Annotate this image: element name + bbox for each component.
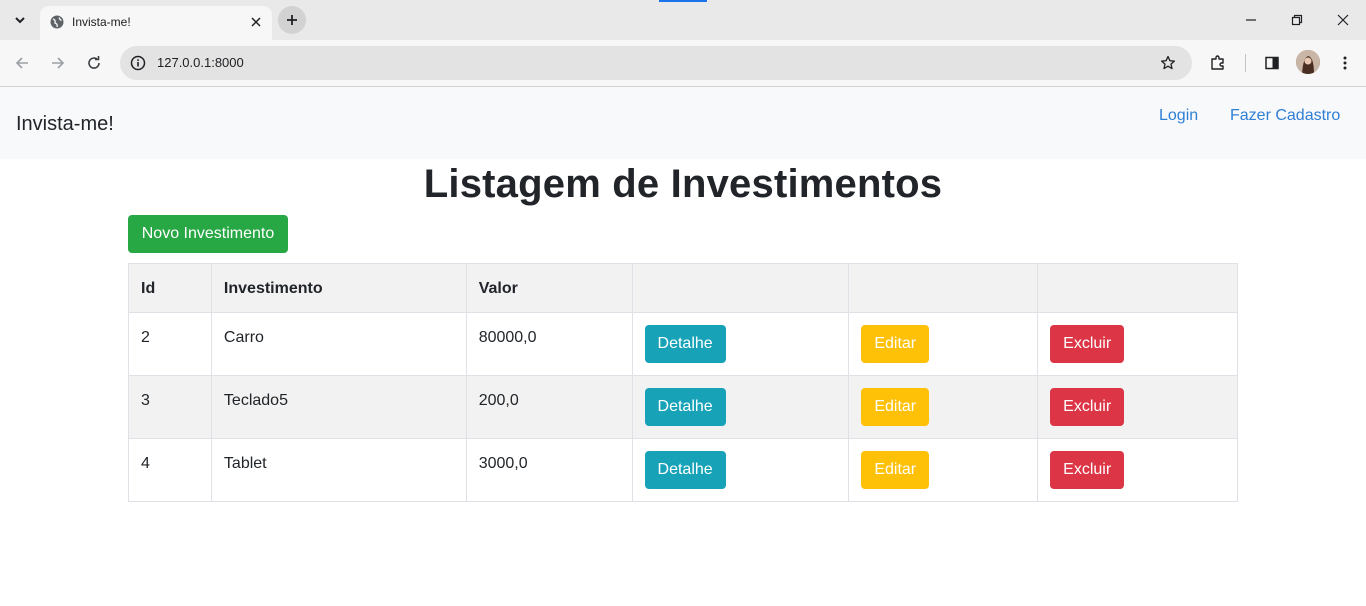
close-window-icon[interactable] (1329, 8, 1357, 32)
avatar[interactable] (1296, 50, 1320, 74)
cell-id: 2 (128, 312, 212, 376)
tab-search-icon[interactable] (7, 8, 33, 32)
url-text[interactable]: 127.0.0.1:8000 (157, 55, 244, 70)
column-header-edit (848, 263, 1039, 313)
detail-button[interactable]: Detalhe (644, 388, 726, 426)
table-row: 4 Tablet 3000,0 Detalhe Editar Excluir (128, 438, 1238, 502)
browser-toolbar: 127.0.0.1:8000 (0, 40, 1366, 86)
signup-link[interactable]: Fazer Cadastro (1230, 107, 1340, 125)
minimize-icon[interactable] (1237, 8, 1265, 32)
address-bar[interactable]: 127.0.0.1:8000 (120, 46, 1192, 80)
column-header-investimento: Investimento (210, 263, 467, 313)
table-header-row: Id Investimento Valor (128, 263, 1238, 313)
column-header-delete (1037, 263, 1238, 313)
cell-delete: Excluir (1037, 312, 1238, 376)
new-investment-button[interactable]: Novo Investimento (128, 215, 288, 253)
delete-button[interactable]: Excluir (1050, 451, 1125, 489)
edit-button[interactable]: Editar (861, 388, 930, 426)
detail-button[interactable]: Detalhe (644, 451, 726, 489)
investments-table: Id Investimento Valor 2 Carro 80000,0 De… (128, 263, 1238, 502)
cell-edit: Editar (848, 375, 1039, 439)
cell-investimento: Tablet (210, 438, 467, 502)
side-panel-icon[interactable] (1260, 51, 1284, 75)
globe-icon (49, 14, 65, 30)
loading-indicator (659, 0, 707, 2)
tab-title: Invista-me! (72, 15, 131, 29)
table-row: 2 Carro 80000,0 Detalhe Editar Excluir (128, 312, 1238, 376)
column-header-detail (631, 263, 850, 313)
cell-investimento: Carro (210, 312, 467, 376)
edit-button[interactable]: Editar (861, 451, 930, 489)
restore-icon[interactable] (1283, 8, 1311, 32)
cell-valor: 3000,0 (465, 438, 633, 502)
cell-delete: Excluir (1037, 438, 1238, 502)
browser-chrome: Invista-me! 127.0.0.1:8000 (0, 0, 1366, 87)
reload-icon[interactable] (82, 51, 106, 75)
column-header-valor: Valor (465, 263, 633, 313)
cell-detail: Detalhe (631, 375, 850, 439)
edit-button[interactable]: Editar (861, 325, 930, 363)
cell-investimento: Teclado5 (210, 375, 467, 439)
navbar-brand[interactable]: Invista-me! (16, 113, 114, 136)
browser-tab[interactable]: Invista-me! (40, 6, 272, 40)
forward-arrow-icon[interactable] (46, 51, 70, 75)
info-icon[interactable] (128, 53, 148, 73)
cell-delete: Excluir (1037, 375, 1238, 439)
column-header-id: Id (128, 263, 212, 313)
back-arrow-icon[interactable] (10, 51, 34, 75)
cell-id: 4 (128, 438, 212, 502)
cell-valor: 80000,0 (465, 312, 633, 376)
detail-button[interactable]: Detalhe (644, 325, 726, 363)
login-link[interactable]: Login (1159, 107, 1198, 125)
cell-detail: Detalhe (631, 312, 850, 376)
table-row: 3 Teclado5 200,0 Detalhe Editar Excluir (128, 375, 1238, 439)
delete-button[interactable]: Excluir (1050, 388, 1125, 426)
site-navbar: Invista-me! Login Fazer Cadastro (0, 87, 1366, 159)
extensions-icon[interactable] (1206, 51, 1230, 75)
cell-valor: 200,0 (465, 375, 633, 439)
page-title: Listagem de Investimentos (423, 162, 943, 206)
cell-detail: Detalhe (631, 438, 850, 502)
plus-icon[interactable] (278, 6, 306, 34)
more-vert-icon[interactable] (1333, 51, 1357, 75)
star-icon[interactable] (1158, 53, 1178, 73)
cell-id: 3 (128, 375, 212, 439)
cell-edit: Editar (848, 312, 1039, 376)
toolbar-separator (1245, 54, 1246, 72)
delete-button[interactable]: Excluir (1050, 325, 1125, 363)
tab-strip: Invista-me! (0, 0, 1366, 40)
cell-edit: Editar (848, 438, 1039, 502)
close-icon[interactable] (246, 12, 266, 32)
